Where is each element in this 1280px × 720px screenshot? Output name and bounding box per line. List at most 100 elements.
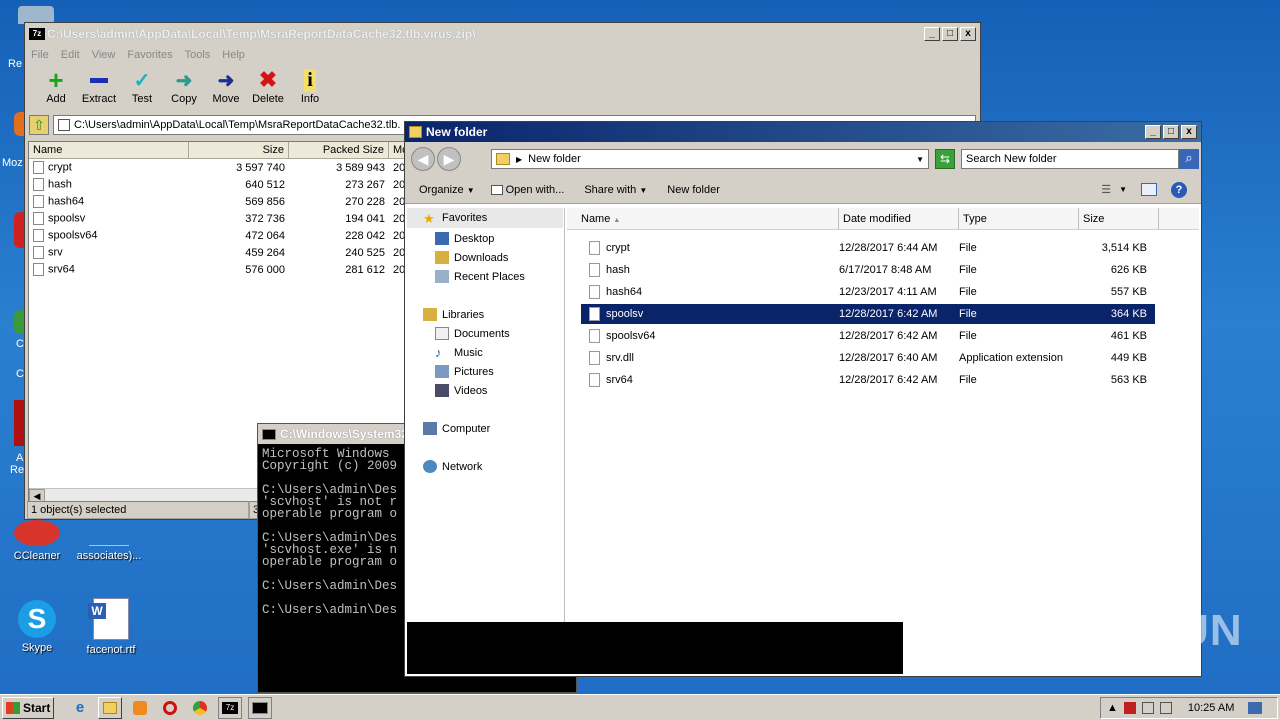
column-name[interactable]: Name ▲ [567,208,839,229]
maximize-button[interactable]: □ [942,27,958,41]
share-with-button[interactable]: Share with ▼ [584,184,647,196]
organize-button[interactable]: Organize ▼ [419,184,475,196]
menu-edit[interactable]: Edit [61,49,80,61]
nav-label: Downloads [454,251,509,264]
nav-music[interactable]: ♪ Music [435,346,483,359]
explorer-taskbar-icon[interactable] [98,696,122,719]
ie-icon[interactable]: e [68,697,92,719]
nav-pictures[interactable]: Pictures [435,365,494,378]
network-status-icon[interactable] [1141,702,1154,714]
show-hidden-icons-icon[interactable]: ▲ [1107,702,1118,714]
list-item[interactable]: hash 6/17/2017 8:48 AM File 626 KB [581,260,1155,280]
close-button[interactable]: x [1181,125,1197,139]
desktop-icon-skype[interactable]: S Skype [2,600,72,654]
clock[interactable]: 10:25 AM [1188,702,1234,714]
nav-recent-places[interactable]: Recent Places [435,270,525,283]
open-with-button[interactable]: Open with... [490,184,564,196]
column-packed-size[interactable]: Packed Size [289,142,389,158]
minimize-button[interactable]: _ [1145,125,1161,139]
cell-type: File [959,308,977,320]
menu-help[interactable]: Help [222,49,245,61]
search-icon[interactable]: ⌕ [1179,149,1199,169]
file-icon [589,241,600,255]
nav-label: Pictures [454,365,494,378]
forward-button[interactable]: ▶ [437,147,461,171]
column-size[interactable]: Size [1079,208,1159,229]
menu-favorites[interactable]: Favorites [127,49,172,61]
list-item[interactable]: srv.dll 12/28/2017 6:40 AM Application ext… [581,348,1155,368]
close-button[interactable]: x [960,27,976,41]
preview-pane-icon[interactable] [1141,183,1157,196]
media-player-icon[interactable] [128,697,152,719]
column-type[interactable]: Type [959,208,1079,229]
info-button[interactable]: i Info [289,65,331,105]
address-bar[interactable]: ▶ New folder ▼ [491,149,929,169]
add-button[interactable]: + Add [35,65,77,106]
volume-icon[interactable] [1159,702,1172,714]
menu-tools[interactable]: Tools [185,49,211,61]
cell-size: 449 KB [1110,352,1147,364]
desktop-icon-ccleaner[interactable]: CCleaner [2,520,72,562]
up-folder-icon[interactable]: ⇧ [29,115,49,135]
nav-documents[interactable]: Documents [435,327,510,340]
console-taskbar-icon[interactable] [248,696,272,719]
nav-favorites[interactable]: ★ Favorites [407,208,563,228]
opera-icon[interactable] [158,697,182,719]
back-button[interactable]: ◀ [411,147,435,171]
test-button[interactable]: ✓ Test [121,65,163,106]
maximize-button[interactable]: □ [1163,125,1179,139]
cell-name: hash [29,178,189,191]
list-item[interactable]: spoolsv 12/28/2017 6:42 AM File 364 KB [581,304,1155,324]
action-center-icon[interactable] [1123,702,1136,714]
nav-videos[interactable]: Videos [435,384,487,397]
chevron-down-icon[interactable]: ▼ [1119,185,1127,194]
new-folder-button[interactable]: New folder [667,184,720,196]
menu-view[interactable]: View [92,49,116,61]
list-item[interactable]: hash64 12/23/2017 4:11 AM File 557 KB [581,282,1155,302]
extract-button[interactable]: Extract [77,65,121,105]
file-name: srv.dll [606,352,634,364]
delete-button[interactable]: ✖ Delete [247,65,289,105]
cell-date-modified: 12/28/2017 6:42 AM [839,330,938,342]
show-desktop-icon[interactable] [1248,702,1263,714]
sevenzip-taskbar-icon[interactable]: 7z [218,696,242,719]
refresh-button[interactable]: ⇆ [935,149,955,169]
start-button[interactable]: Start [2,696,54,719]
column-date-modified[interactable]: Date modified [839,208,959,229]
minimize-button[interactable]: _ [924,27,940,41]
desktop-icon-facenot[interactable]: W facenot.rtf [76,598,146,656]
nav-network[interactable]: Network [423,460,482,473]
nav-computer[interactable]: Computer [423,422,490,435]
list-item[interactable]: spoolsv64 12/28/2017 6:42 AM File 461 KB [581,326,1155,346]
explorer-titlebar[interactable]: New folder _ □ x [405,122,1201,142]
copy-button[interactable]: ➜ Copy [163,65,205,106]
menu-file[interactable]: File [31,49,49,61]
breadcrumb-chevron-icon[interactable]: ▶ [516,155,522,164]
cell-size: 3 597 740 [236,161,285,174]
list-item[interactable]: crypt 12/28/2017 6:44 AM File 3,514 KB [581,238,1155,258]
search-input[interactable]: Search New folder [961,149,1179,169]
desktop-icon-associates[interactable]: associates)... [74,520,144,562]
address-dropdown-icon[interactable]: ▼ [916,155,924,164]
document-icon [89,520,129,546]
move-button[interactable]: ➜ Move [205,65,247,106]
sevenzip-titlebar[interactable]: 7z C:\Users\admin\AppData\Local\Temp\Msr… [25,23,980,45]
cell-size: 3,514 KB [1101,242,1147,254]
chrome-icon[interactable] [188,697,212,719]
cell-type: File [959,374,977,386]
nav-downloads[interactable]: Downloads [435,251,508,264]
watermark: ANY RUN [1036,606,1243,655]
column-size[interactable]: Size [189,142,289,158]
nav-label: Recent Places [454,270,525,283]
list-item[interactable]: srv64 12/28/2017 6:42 AM File 563 KB [581,370,1155,390]
nav-desktop[interactable]: Desktop [435,232,494,245]
column-name[interactable]: Name [29,142,189,158]
explorer-window: New folder _ □ x ◀ ▶ ▶ New folder ▼ ⇆ Se… [404,121,1202,677]
help-icon[interactable]: ? [1171,181,1187,198]
nav-libraries[interactable]: Libraries [423,308,484,321]
breadcrumb[interactable]: New folder [528,153,581,165]
cell-name: crypt [581,241,839,255]
cell-packed-size: 228 042 [345,229,385,242]
view-options-icon[interactable]: ☰ [1101,183,1111,196]
file-icon [589,329,600,343]
